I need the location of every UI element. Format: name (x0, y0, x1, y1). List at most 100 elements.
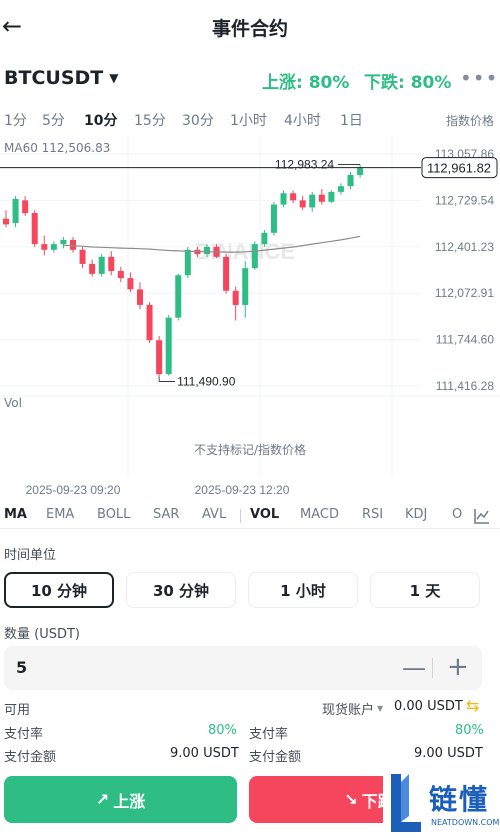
y-tick-label: 111,744.60 (436, 333, 495, 347)
candle-body (347, 174, 354, 187)
indicator-ema[interactable]: EMA (46, 507, 74, 522)
arrow-up-right-icon: ↗ (95, 790, 110, 809)
interval-1d[interactable]: 1日 (340, 110, 363, 130)
interval-15m[interactable]: 15分 (134, 110, 166, 130)
candle-body (98, 256, 105, 274)
available-amount: 0.00 USDT (394, 699, 463, 714)
y-tick-label: 111,416.28 (436, 379, 495, 393)
transfer-icon[interactable]: ⇆ (466, 696, 479, 715)
account-name: 现货账户 (322, 703, 375, 718)
candle-body (318, 194, 325, 202)
no-mark-notice: 不支持标记/指数价格 (193, 443, 307, 457)
interval-1h[interactable]: 1小时 (230, 110, 267, 130)
candle-body (261, 232, 268, 245)
candle-body (290, 193, 297, 201)
page-title: 事件合约 (211, 18, 288, 40)
candle-body (299, 200, 306, 208)
indicator-macd[interactable]: MACD (300, 507, 339, 522)
left-amount-label: 支付金额 (4, 750, 57, 765)
candle-body (242, 268, 249, 305)
indicator-ma[interactable]: MA (4, 507, 27, 522)
candle-body (50, 244, 57, 250)
candle-body (175, 275, 182, 318)
candle-body (127, 278, 134, 290)
indicator-rsi[interactable]: RSI (362, 507, 383, 522)
candle-body (251, 244, 258, 269)
interval-10m[interactable]: 10分 (84, 110, 117, 130)
caret-down-icon: ▼ (377, 704, 384, 713)
candle-body (89, 263, 96, 274)
candle-body (22, 200, 29, 214)
indicator-more[interactable]: O (452, 507, 462, 522)
quantity-input[interactable]: 5 (16, 658, 27, 677)
y-axis: 113,057.86112,729.54112,401.23112,072.91… (435, 147, 494, 393)
candle-body (184, 249, 191, 276)
candle-body (270, 204, 277, 233)
chart-annotations: 112,961.82 112,983.24 111,490.90 (0, 157, 498, 388)
candle-body (165, 317, 172, 375)
candles-group (3, 164, 364, 377)
time-option-1d[interactable]: 1 天 (370, 572, 480, 608)
caret-down-icon: ▼ (109, 71, 119, 85)
interval-5m[interactable]: 5分 (42, 110, 65, 130)
more-options-icon[interactable]: ••• (460, 66, 498, 90)
indicator-kdj[interactable]: KDJ (405, 507, 427, 522)
time-option-30min[interactable]: 30 分钟 (126, 572, 236, 608)
x-tick-label: 2025-09-23 12:20 (195, 483, 290, 497)
plus-icon[interactable]: + (447, 652, 469, 682)
indicator-sar[interactable]: SAR (153, 507, 179, 522)
up-percent: 上涨: 80% (262, 73, 350, 93)
candle-body (203, 246, 210, 255)
y-tick-label: 112,072.91 (435, 286, 494, 300)
candle-body (60, 239, 67, 245)
index-price-toggle[interactable]: 指数价格 (446, 112, 494, 129)
logo-subtext: NEATDOWN.COM (431, 818, 500, 827)
candle-body (31, 213, 38, 245)
quantity-label: 数量 (USDT) (4, 627, 80, 642)
account-selector[interactable]: 现货账户 ▼ (322, 699, 383, 718)
candle-body (108, 256, 115, 271)
current-price-label: 112,961.82 (427, 161, 491, 176)
candle-body (309, 194, 316, 208)
indicator-vol[interactable]: VOL (250, 507, 279, 522)
arrow-down-right-icon: ↘ (344, 790, 358, 809)
logo-mark-icon (391, 774, 421, 832)
interval-tabs: 1分 5分 10分 15分 30分 1小时 4小时 1日 (0, 110, 500, 132)
candle-body (146, 304, 153, 341)
pair-symbol: BTCUSDT (4, 67, 104, 89)
available-label: 可用 (4, 703, 31, 718)
interval-1m[interactable]: 1分 (4, 110, 27, 130)
time-unit-label: 时间单位 (4, 548, 57, 563)
y-tick-label: 112,401.23 (435, 240, 494, 254)
right-rate-label: 支付率 (249, 727, 289, 742)
y-tick-label: 112,729.54 (435, 193, 494, 207)
candle-body (156, 340, 163, 375)
vol-label: Vol (4, 396, 22, 410)
minus-icon[interactable]: — (402, 654, 426, 682)
candle-body (136, 289, 143, 305)
down-percent: 下跌: 80% (364, 73, 452, 93)
chart-settings-icon[interactable] (474, 508, 490, 524)
indicator-boll[interactable]: BOLL (97, 507, 130, 522)
site-logo: 链懂 NEATDOWN.COM (383, 768, 500, 840)
candle-body (117, 270, 124, 279)
right-rate-value: 80% (455, 723, 484, 738)
chart-grid (0, 136, 500, 476)
logo-text: 链懂 (429, 783, 490, 816)
candle-body (79, 249, 86, 264)
left-rate-label: 支付率 (4, 727, 44, 742)
interval-30m[interactable]: 30分 (182, 110, 214, 130)
low-price-label: 111,490.90 (177, 374, 236, 388)
candle-body (232, 290, 239, 305)
pair-selector[interactable]: BTCUSDT ▼ (4, 67, 118, 89)
indicator-avl[interactable]: AVL (202, 507, 226, 522)
time-option-1h[interactable]: 1 小时 (248, 572, 358, 608)
time-option-10min[interactable]: 10 分钟 (4, 572, 114, 608)
candle-body (12, 198, 19, 223)
indicator-divider (240, 509, 241, 523)
candle-body (357, 167, 364, 175)
interval-4h[interactable]: 4小时 (284, 110, 321, 130)
buy-up-button[interactable]: ↗ 上涨 (4, 776, 237, 823)
candle-body (223, 256, 230, 291)
right-amount-label: 支付金额 (249, 750, 302, 765)
